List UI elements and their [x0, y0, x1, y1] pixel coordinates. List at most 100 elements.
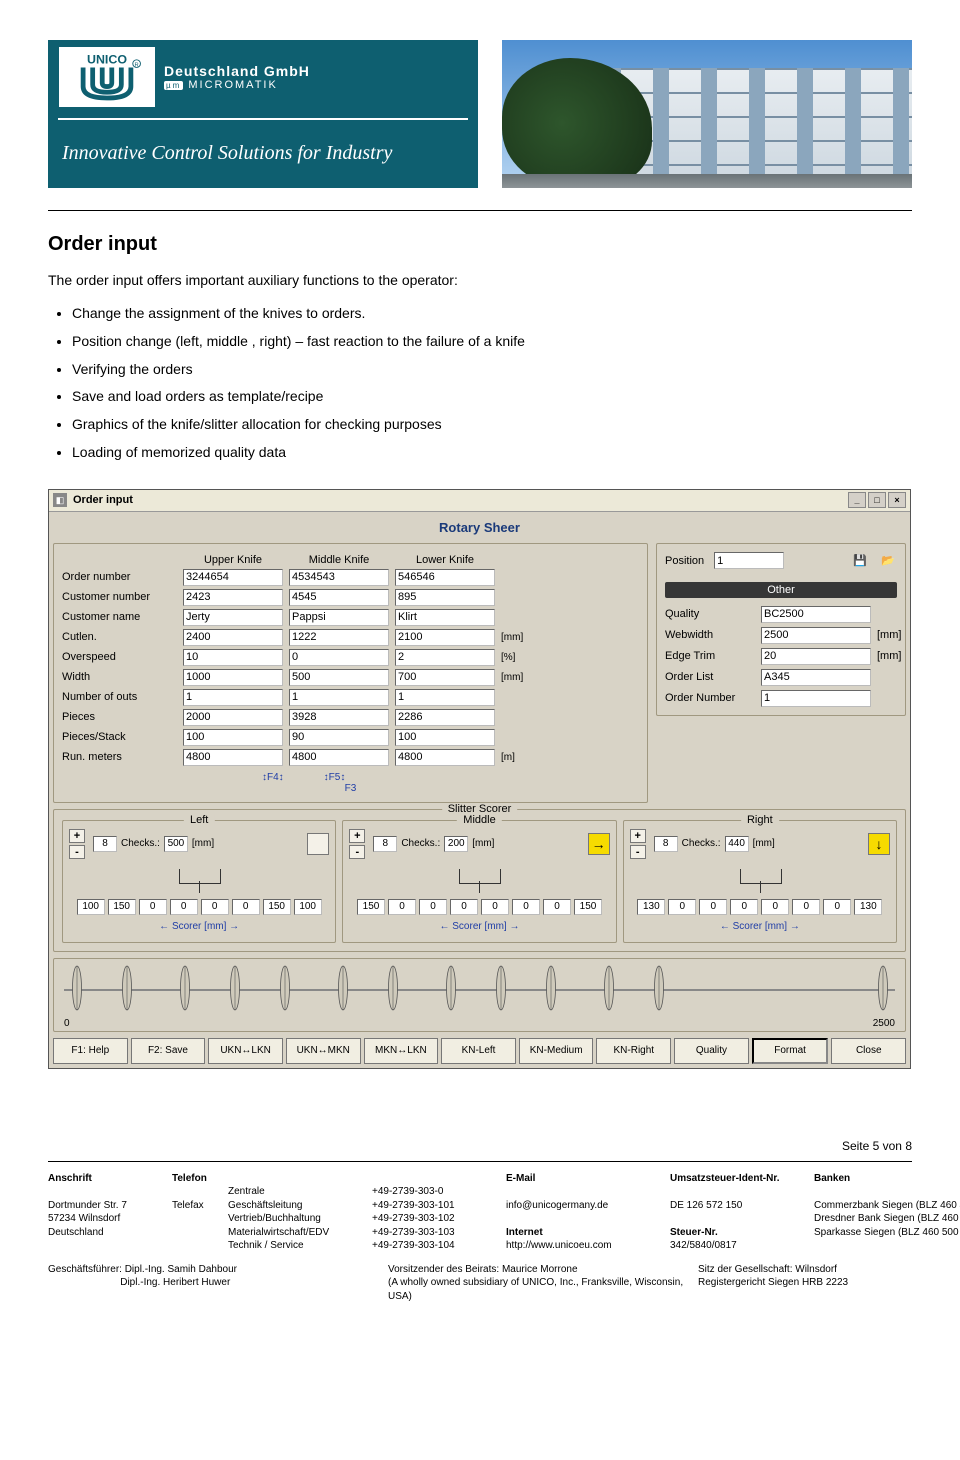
toolbar-button[interactable]: Close — [831, 1038, 906, 1064]
position-input[interactable] — [714, 552, 784, 569]
scorer-input[interactable] — [730, 899, 758, 915]
other-input[interactable] — [761, 627, 871, 644]
rotary-input[interactable] — [183, 629, 283, 646]
scorer-input[interactable] — [668, 899, 696, 915]
rotary-input[interactable] — [395, 629, 495, 646]
rotary-input[interactable] — [395, 749, 495, 766]
scorer-input[interactable] — [263, 899, 291, 915]
rotary-input[interactable] — [289, 629, 389, 646]
rotary-input[interactable] — [289, 569, 389, 586]
minimize-button[interactable]: _ — [848, 492, 866, 508]
toolbar-button[interactable]: KN-Left — [441, 1038, 516, 1064]
open-icon[interactable]: 📂 — [879, 552, 897, 570]
count-input[interactable] — [373, 836, 397, 852]
other-input[interactable] — [761, 669, 871, 686]
scorer-input[interactable] — [637, 899, 665, 915]
rotary-input[interactable] — [395, 589, 495, 606]
rotary-input[interactable] — [289, 589, 389, 606]
rotary-input[interactable] — [395, 689, 495, 706]
scorer-input[interactable] — [419, 899, 447, 915]
minus-button[interactable]: - — [630, 845, 646, 859]
checks-input[interactable] — [444, 836, 468, 852]
footer-sitz: Sitz der Gesellschaft: Wilnsdorf — [698, 1263, 912, 1277]
scorer-input[interactable] — [481, 899, 509, 915]
count-input[interactable] — [93, 836, 117, 852]
scorer-input[interactable] — [77, 899, 105, 915]
rotary-input[interactable] — [395, 609, 495, 626]
scorer-input[interactable] — [108, 899, 136, 915]
minus-button[interactable]: - — [69, 845, 85, 859]
arrow-button[interactable] — [307, 833, 329, 855]
scorer-input[interactable] — [388, 899, 416, 915]
rotary-input[interactable] — [289, 689, 389, 706]
scorer-input[interactable] — [139, 899, 167, 915]
rotary-input[interactable] — [289, 649, 389, 666]
scorer-input[interactable] — [699, 899, 727, 915]
toolbar-button[interactable]: Quality — [674, 1038, 749, 1064]
scorer-input[interactable] — [823, 899, 851, 915]
knife-icon — [446, 965, 456, 1011]
scorer-input[interactable] — [232, 899, 260, 915]
other-input[interactable] — [761, 648, 871, 665]
scorer-input[interactable] — [574, 899, 602, 915]
plus-button[interactable]: + — [349, 829, 365, 843]
scorer-input[interactable] — [792, 899, 820, 915]
toolbar-button[interactable]: F1: Help — [53, 1038, 128, 1064]
plus-button[interactable]: + — [69, 829, 85, 843]
rotary-input[interactable] — [395, 649, 495, 666]
rotary-input[interactable] — [183, 569, 283, 586]
other-input[interactable] — [761, 606, 871, 623]
scorer-input[interactable] — [854, 899, 882, 915]
rotary-input[interactable] — [289, 729, 389, 746]
rotary-input[interactable] — [395, 729, 495, 746]
maximize-button[interactable]: □ — [868, 492, 886, 508]
scorer-input[interactable] — [512, 899, 540, 915]
rotary-input[interactable] — [183, 649, 283, 666]
bullet-item: Graphics of the knife/slitter allocation… — [72, 413, 912, 437]
scorer-input[interactable] — [450, 899, 478, 915]
toolbar-button[interactable]: UKN↔LKN — [208, 1038, 283, 1064]
scorer-input[interactable] — [543, 899, 571, 915]
minus-button[interactable]: - — [349, 845, 365, 859]
rotary-input[interactable] — [183, 729, 283, 746]
rotary-input[interactable] — [395, 709, 495, 726]
rotary-input[interactable] — [395, 569, 495, 586]
arrow-button[interactable]: ↓ — [868, 833, 890, 855]
toolbar-button[interactable]: MKN↔LKN — [364, 1038, 439, 1064]
rotary-input[interactable] — [183, 689, 283, 706]
rotary-input[interactable] — [183, 709, 283, 726]
arrow-button[interactable]: → — [588, 833, 610, 855]
rotary-input[interactable] — [289, 749, 389, 766]
rotary-input[interactable] — [183, 749, 283, 766]
rotary-input[interactable] — [395, 669, 495, 686]
checks-input[interactable] — [725, 836, 749, 852]
rotary-input[interactable] — [289, 709, 389, 726]
close-button[interactable]: × — [888, 492, 906, 508]
rotary-input[interactable] — [289, 669, 389, 686]
rotary-input[interactable] — [289, 609, 389, 626]
rotary-input[interactable] — [183, 669, 283, 686]
toolbar-button[interactable]: KN-Medium — [519, 1038, 594, 1064]
slitter-legend: Middle — [457, 814, 501, 826]
save-icon[interactable]: 💾 — [851, 552, 869, 570]
toolbar-button[interactable]: UKN↔MKN — [286, 1038, 361, 1064]
scorer-input[interactable] — [170, 899, 198, 915]
other-input[interactable] — [761, 690, 871, 707]
scorer-input[interactable] — [294, 899, 322, 915]
knife-icon — [654, 965, 664, 1011]
toolbar-button[interactable]: F2: Save — [131, 1038, 206, 1064]
footer-subsidiary: (A wholly owned subsidiary of UNICO, Inc… — [388, 1276, 688, 1303]
scorer-input[interactable] — [761, 899, 789, 915]
rotary-input[interactable] — [183, 609, 283, 626]
toolbar-button[interactable]: Format — [752, 1038, 829, 1064]
scorer-input[interactable] — [201, 899, 229, 915]
scorer-input[interactable] — [357, 899, 385, 915]
knife-icon — [878, 965, 888, 1011]
plus-button[interactable]: + — [630, 829, 646, 843]
rotary-input[interactable] — [183, 589, 283, 606]
checks-input[interactable] — [164, 836, 188, 852]
footer-beirat: Vorsitzender des Beirats: Maurice Morron… — [388, 1263, 688, 1277]
toolbar-button[interactable]: KN-Right — [596, 1038, 671, 1064]
count-input[interactable] — [654, 836, 678, 852]
fkey-f5: F5 — [324, 772, 346, 783]
